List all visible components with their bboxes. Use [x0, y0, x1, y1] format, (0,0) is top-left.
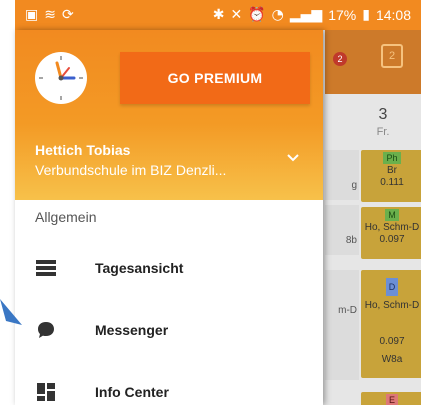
- timetable-cell[interactable]: M Ho, Schm-D 0.097: [361, 207, 421, 259]
- battery-percent: 17%: [328, 7, 357, 23]
- alarm-icon: ⏰: [248, 7, 266, 23]
- day-column-header: 3 Fr.: [340, 106, 421, 138]
- wifi-icon: ≋: [44, 7, 56, 23]
- mute-icon: ✕: [230, 7, 243, 23]
- menu-item-label: Messenger: [95, 322, 169, 338]
- side-fragment: g: [325, 150, 359, 200]
- background-app-bar: 2 2: [325, 30, 421, 94]
- menu-item-label: Tagesansicht: [95, 260, 184, 276]
- chat-bubble-icon: [35, 319, 57, 341]
- status-bar: ▣ ≋ ⟳ ✱ ✕ ⏰ ◔ ▂▄▆ 17% ▮ 14:08: [15, 0, 421, 30]
- subject-label: Ph: [383, 152, 401, 164]
- teacher-label: Br: [387, 165, 397, 176]
- timetable-cell[interactable]: Ph Br 0.111: [361, 150, 421, 202]
- battery-icon: ▮: [362, 7, 370, 23]
- day-abbr: Fr.: [376, 126, 390, 138]
- day-view-icon: [35, 257, 57, 279]
- side-fragment: 8b: [325, 205, 359, 255]
- status-left-icons: ▣ ≋ ⟳: [25, 8, 74, 22]
- status-right-icons: ✱ ✕ ⏰ ◔ ▂▄▆ 17% ▮ 14:08: [213, 7, 411, 23]
- dashboard-icon: [35, 381, 57, 403]
- annotation-arrow-icon: [0, 299, 22, 325]
- timetable-cell[interactable]: E: [361, 392, 421, 405]
- notification-badge: 2: [333, 52, 347, 66]
- gallery-icon: ▣: [25, 7, 39, 23]
- wifi-signal-icon: ◔: [271, 7, 284, 23]
- side-fragment: m-D: [325, 270, 359, 380]
- calendar-icon[interactable]: 2: [381, 44, 403, 68]
- section-label: Allgemein: [35, 209, 97, 225]
- drawer-header: GO PREMIUM Hettich Tobias Verbundschule …: [15, 30, 323, 200]
- day-number: 3: [378, 106, 388, 123]
- navigation-drawer: GO PREMIUM Hettich Tobias Verbundschule …: [15, 30, 323, 405]
- clock-logo-icon: [35, 52, 87, 104]
- menu-item-info-center[interactable]: Info Center: [15, 362, 323, 405]
- bluetooth-icon: ✱: [212, 7, 225, 23]
- clock-time: 14:08: [375, 7, 411, 23]
- cell-signal-icon: ▂▄▆: [289, 7, 323, 23]
- user-school: Verbundschule im BIZ Denzli...: [35, 162, 227, 178]
- user-name: Hettich Tobias: [35, 142, 131, 158]
- room-label: 0.111: [380, 177, 404, 188]
- menu-item-messenger[interactable]: Messenger: [15, 300, 323, 360]
- timetable-cell[interactable]: D Ho, Schm-D 0.097 W8a: [361, 270, 421, 378]
- menu-item-label: Info Center: [95, 384, 169, 400]
- room-label: 0.097: [379, 336, 405, 347]
- teacher-label: Ho, Schm-D: [364, 300, 420, 311]
- subject-label: M: [385, 209, 399, 221]
- chevron-down-icon[interactable]: [283, 148, 303, 168]
- room-label: 0.097: [379, 234, 405, 245]
- teacher-label: Ho, Schm-D: [364, 222, 420, 233]
- class-label: W8a: [381, 354, 403, 365]
- subject-label: D: [385, 278, 399, 296]
- menu-item-tagesansicht[interactable]: Tagesansicht: [15, 238, 323, 298]
- go-premium-button[interactable]: GO PREMIUM: [120, 52, 310, 104]
- sync-icon: ⟳: [61, 7, 74, 23]
- subject-label: E: [385, 394, 398, 405]
